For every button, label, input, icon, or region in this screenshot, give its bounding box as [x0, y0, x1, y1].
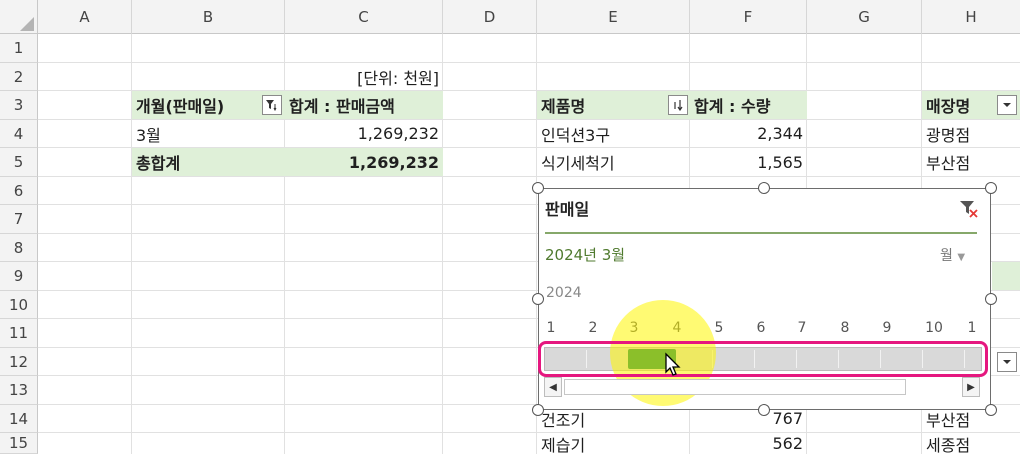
pivot2-value-header[interactable]: 합계 : 수량 [690, 91, 807, 119]
column-header-e[interactable]: E [537, 0, 690, 34]
month-label: 7 [797, 320, 807, 336]
mouse-pointer-icon [664, 352, 684, 378]
row-header-8[interactable]: 8 [0, 234, 38, 262]
row-header-13[interactable]: 13 [0, 376, 38, 405]
slicer-header-rule [545, 232, 977, 234]
select-all-corner[interactable] [0, 0, 38, 34]
sort-descending-icon[interactable] [668, 95, 688, 115]
resize-handle[interactable] [985, 182, 997, 194]
selected-range-label: 2024년 3월 [545, 246, 626, 264]
row-header-5[interactable]: 5 [0, 148, 38, 177]
row-header-10[interactable]: 10 [0, 291, 38, 319]
row-header-3[interactable]: 3 [0, 91, 38, 120]
pivot2-item-qty[interactable]: 1,565 [690, 148, 807, 176]
time-level-selector[interactable]: 월 ▼ [940, 245, 965, 265]
resize-handle[interactable] [532, 404, 544, 416]
column-header-c[interactable]: C [285, 0, 443, 34]
column-header-g[interactable]: G [807, 0, 922, 34]
dropdown-arrow-icon[interactable] [997, 95, 1017, 115]
month-label: 6 [756, 320, 766, 336]
pivot1-total-label[interactable]: 총합계 [132, 148, 285, 176]
funnel-filter-icon[interactable] [262, 95, 282, 115]
row-header-15[interactable]: 15 [0, 433, 38, 454]
month-label: 9 [882, 320, 892, 336]
time-level-label: 월 [940, 248, 953, 264]
pivot1-row-value[interactable]: 1,269,232 [285, 120, 443, 147]
pivot2-item-name[interactable]: 인덕션3구 [537, 120, 690, 147]
pivot3-green-cell [992, 262, 1020, 290]
pivot2-item-name[interactable]: 식기세척기 [537, 148, 690, 176]
pivot3-item[interactable]: 세종점 [922, 433, 1020, 454]
month-label: 10 [925, 320, 943, 336]
row-header-4[interactable]: 4 [0, 120, 38, 148]
column-header-f[interactable]: F [690, 0, 807, 34]
timeline-scrollbar[interactable] [564, 379, 906, 395]
column-header-h[interactable]: H [922, 0, 1020, 34]
scroll-left-button[interactable]: ◀ [544, 377, 562, 397]
pivot1-row-header[interactable]: 개월(판매일) [132, 91, 262, 119]
column-header-a[interactable]: A [38, 0, 132, 34]
gridline [38, 432, 1020, 433]
row-header-11[interactable]: 11 [0, 319, 38, 348]
pivot3-item[interactable]: 광명점 [922, 120, 1020, 147]
pivot2-item-name[interactable]: 제습기 [537, 433, 690, 454]
month-label: 1 [967, 320, 977, 336]
chevron-down-icon: ▼ [957, 252, 966, 263]
resize-handle[interactable] [758, 404, 770, 416]
pivot2-item-qty[interactable]: 2,344 [690, 120, 807, 147]
pivot1-total-value[interactable]: 1,269,232 [285, 148, 443, 176]
column-header-d[interactable]: D [443, 0, 537, 34]
slicer-title: 판매일 [545, 200, 590, 219]
chevron-left-icon: ◀ [549, 381, 557, 393]
resize-handle[interactable] [985, 404, 997, 416]
chevron-right-icon: ▶ [967, 381, 975, 393]
row-header-7[interactable]: 7 [0, 205, 38, 234]
row-header-1[interactable]: 1 [0, 34, 38, 63]
annotation-highlight-box [538, 341, 988, 377]
year-label: 2024 [546, 285, 582, 301]
resize-handle[interactable] [532, 293, 544, 305]
clear-filter-icon[interactable] [958, 199, 980, 219]
unit-note[interactable]: [단위: 천원] [285, 63, 443, 91]
pivot3-row-header[interactable]: 매장명 [922, 91, 998, 119]
month-label: 2 [588, 320, 598, 336]
month-label: 8 [840, 320, 850, 336]
column-header-b[interactable]: B [132, 0, 285, 34]
resize-handle[interactable] [985, 293, 997, 305]
row-header-14[interactable]: 14 [0, 405, 38, 433]
row-header-12[interactable]: 12 [0, 348, 38, 376]
pivot2-item-qty[interactable]: 562 [690, 433, 807, 454]
pivot1-value-header[interactable]: 합계 : 판매금액 [285, 91, 443, 119]
row-header-2[interactable]: 2 [0, 63, 38, 91]
month-label: 1 [546, 320, 556, 336]
row-header-9[interactable]: 9 [0, 262, 38, 291]
gridline [38, 62, 1020, 63]
dropdown-arrow-icon[interactable] [997, 352, 1017, 372]
resize-handle[interactable] [532, 182, 544, 194]
scroll-right-button[interactable]: ▶ [962, 377, 980, 397]
resize-handle[interactable] [758, 182, 770, 194]
pivot2-row-header[interactable]: 제품명 [537, 91, 667, 119]
pivot1-row-label[interactable]: 3월 [132, 120, 285, 147]
row-header-6[interactable]: 6 [0, 177, 38, 205]
gridline [38, 176, 1020, 177]
pivot3-item[interactable]: 부산점 [922, 148, 1020, 176]
